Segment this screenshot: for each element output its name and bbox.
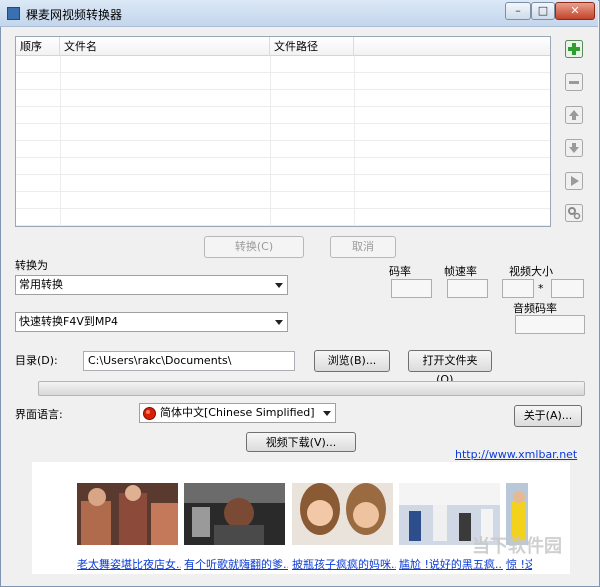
list-row — [16, 107, 550, 124]
chevron-down-icon — [275, 283, 283, 288]
settings-button[interactable] — [565, 204, 583, 222]
video-size-label: 视频大小 — [509, 265, 553, 278]
framerate-input[interactable] — [447, 279, 488, 298]
convert-button[interactable]: 转换(C) — [204, 236, 304, 258]
move-up-icon — [565, 106, 583, 124]
language-select[interactable]: 简体中文[Chinese Simplified] — [139, 403, 336, 423]
audio-bitrate-input[interactable] — [515, 315, 585, 334]
move-down-button[interactable] — [565, 139, 583, 157]
move-up-button[interactable] — [565, 106, 583, 124]
video-width-input[interactable] — [502, 279, 534, 298]
ad-caption-link[interactable]: 尴尬 !说好的黑五疯... — [399, 556, 503, 572]
language-label: 界面语言: — [15, 408, 63, 421]
column-filepath[interactable]: 文件路径 — [270, 37, 354, 56]
ad-thumbnail[interactable] — [292, 483, 393, 545]
video-thumbnail-icon — [184, 483, 285, 545]
audio-bitrate-label: 音频码率 — [513, 302, 557, 315]
column-filename[interactable]: 文件名 — [60, 37, 270, 56]
ad-caption-link[interactable]: 惊 !这 — [506, 556, 532, 572]
maximize-button[interactable]: □ — [531, 2, 555, 20]
flag-icon — [143, 407, 156, 420]
list-row — [16, 192, 550, 209]
remove-button[interactable] — [565, 73, 583, 91]
file-list[interactable]: 顺序 文件名 文件路径 — [15, 36, 551, 227]
list-row — [16, 158, 550, 175]
video-download-button[interactable]: 视频下载(V)... — [246, 432, 356, 452]
open-folder-button[interactable]: 打开文件夹(O)... — [408, 350, 492, 386]
add-icon — [565, 40, 583, 58]
list-header: 顺序 文件名 文件路径 — [16, 37, 550, 56]
list-row — [16, 209, 550, 226]
add-button[interactable] — [565, 40, 583, 58]
bitrate-input[interactable] — [391, 279, 432, 298]
ad-thumbnail[interactable] — [77, 483, 178, 545]
convert-to-label: 转换为 — [15, 259, 48, 272]
list-row — [16, 73, 550, 90]
app-icon — [7, 7, 20, 20]
list-row — [16, 175, 550, 192]
category-value: 常用转换 — [19, 278, 63, 291]
about-button[interactable]: 关于(A)... — [514, 405, 582, 427]
close-button[interactable]: ✕ — [555, 2, 595, 20]
website-link[interactable]: http://www.xmlbar.net — [455, 448, 577, 461]
size-separator: * — [538, 282, 544, 295]
framerate-label: 帧速率 — [444, 265, 477, 278]
preset-value: 快速转换F4V到MP4 — [19, 315, 118, 328]
language-value: 简体中文[Chinese Simplified] — [160, 406, 315, 419]
list-row — [16, 56, 550, 73]
ad-caption-link[interactable]: 有个听歌就嗨翻的爹... — [184, 556, 288, 572]
list-row — [16, 124, 550, 141]
watermark: 当下软件园 — [472, 536, 562, 557]
ad-caption-link[interactable]: 披瓶孩子疯疯的妈咪... — [292, 556, 396, 572]
ad-thumbnail[interactable] — [184, 483, 285, 545]
preset-select[interactable]: 快速转换F4V到MP4 — [15, 312, 288, 332]
directory-label: 目录(D): — [15, 354, 58, 367]
play-icon — [565, 172, 583, 190]
ad-caption-link[interactable]: 老太舞姿堪比夜店女... — [77, 556, 181, 572]
move-down-icon — [565, 139, 583, 157]
video-thumbnail-icon — [292, 483, 393, 545]
minimize-button[interactable]: – — [505, 2, 531, 20]
list-row — [16, 90, 550, 107]
progress-bar — [38, 381, 585, 396]
column-order[interactable]: 顺序 — [16, 37, 60, 56]
video-height-input[interactable] — [551, 279, 584, 298]
play-button[interactable] — [565, 172, 583, 190]
video-thumbnail-icon — [77, 483, 178, 545]
remove-icon — [565, 73, 583, 91]
chevron-down-icon — [323, 411, 331, 416]
bitrate-label: 码率 — [389, 265, 411, 278]
window-title: 稞麦网视频转换器 — [26, 8, 123, 22]
chevron-down-icon — [275, 320, 283, 325]
settings-icon — [565, 204, 583, 222]
directory-input[interactable]: C:\Users\rakc\Documents\ — [83, 351, 295, 371]
browse-button[interactable]: 浏览(B)... — [314, 350, 390, 372]
cancel-button[interactable]: 取消 — [330, 236, 396, 258]
list-row — [16, 141, 550, 158]
category-select[interactable]: 常用转换 — [15, 275, 288, 295]
